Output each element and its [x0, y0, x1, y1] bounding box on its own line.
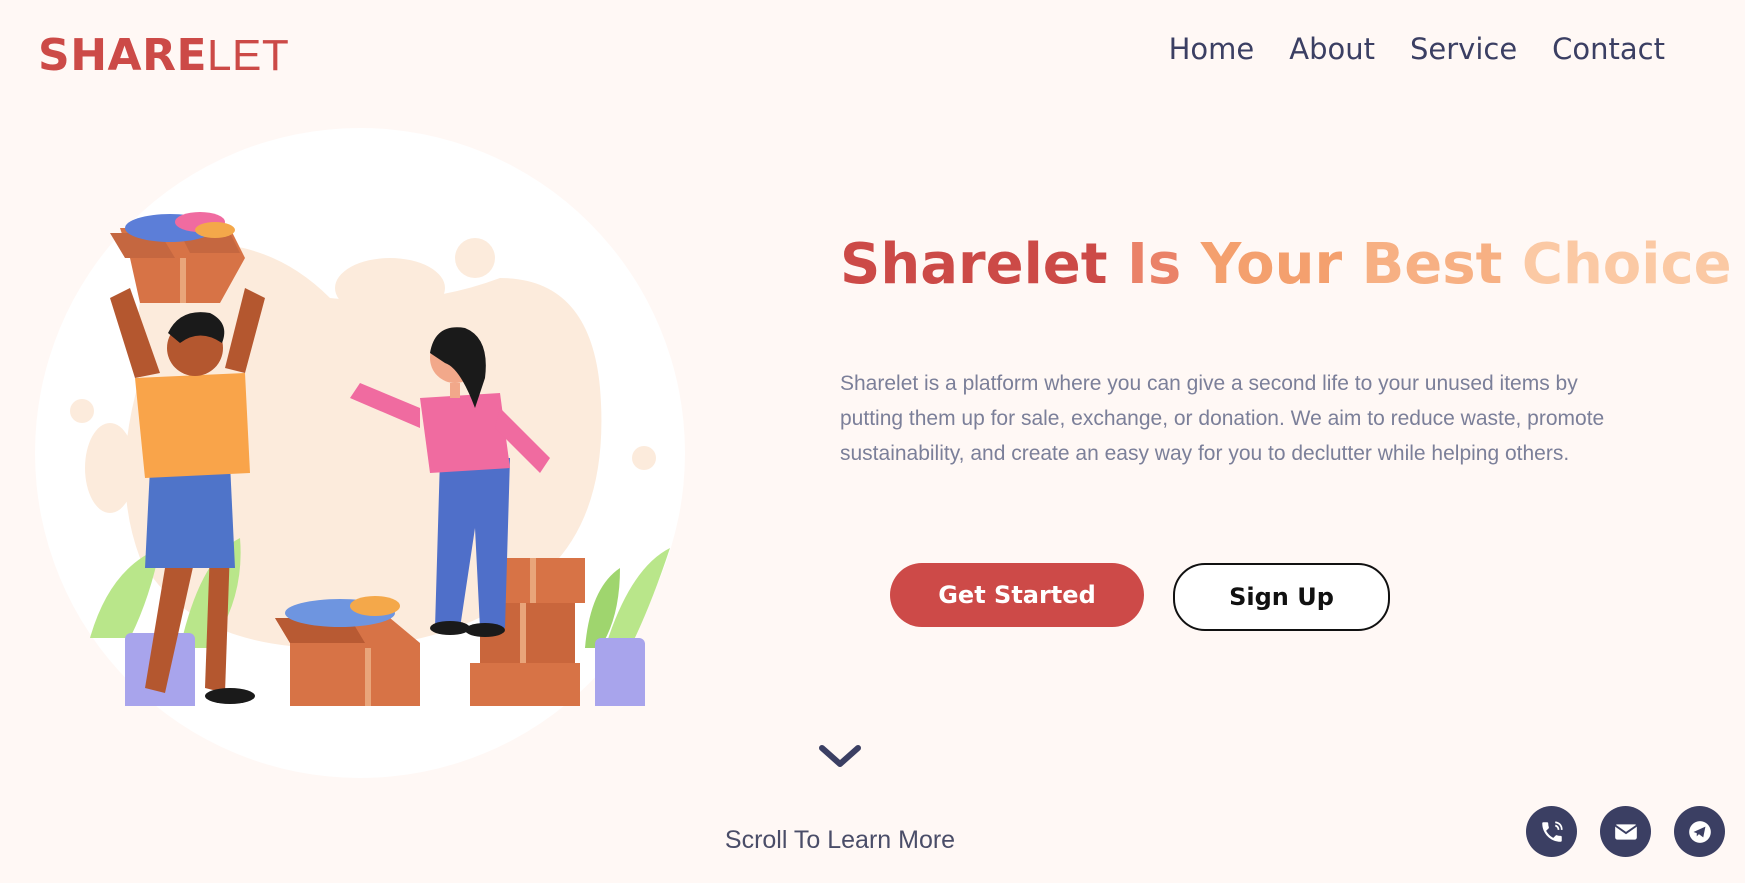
hero-title: Sharelet Is Your Best Choice: [840, 232, 1732, 297]
nav-about[interactable]: About: [1289, 32, 1375, 66]
nav-service[interactable]: Service: [1410, 32, 1517, 66]
social-links: [1526, 806, 1725, 857]
sign-up-button[interactable]: Sign Up: [1173, 563, 1390, 631]
nav-contact[interactable]: Contact: [1552, 32, 1665, 66]
logo[interactable]: SHARELET: [38, 30, 289, 81]
logo-light: LET: [207, 31, 290, 80]
scroll-label: Scroll To Learn More: [724, 826, 956, 854]
hero-title-word-3: Your: [1200, 232, 1343, 297]
main-nav: Home About Service Contact: [1169, 32, 1665, 66]
mail-icon[interactable]: [1600, 806, 1651, 857]
telegram-icon[interactable]: [1674, 806, 1725, 857]
hero-title-word-5: Choice: [1521, 232, 1732, 297]
chevron-down-icon[interactable]: [816, 740, 864, 772]
hero-title-word-4: Best: [1361, 232, 1503, 297]
hero-title-word-2: Is: [1127, 232, 1182, 297]
landing-page: SHARELET Home About Service Contact Shar…: [0, 0, 1745, 883]
nav-home[interactable]: Home: [1169, 32, 1255, 66]
hero-illustration: [30, 128, 690, 778]
hero-description: Sharelet is a platform where you can giv…: [840, 372, 1605, 465]
logo-strong: SHARE: [38, 30, 208, 81]
get-started-button[interactable]: Get Started: [890, 563, 1144, 627]
hero-title-word-1: Sharelet: [840, 232, 1108, 297]
phone-icon[interactable]: [1526, 806, 1577, 857]
